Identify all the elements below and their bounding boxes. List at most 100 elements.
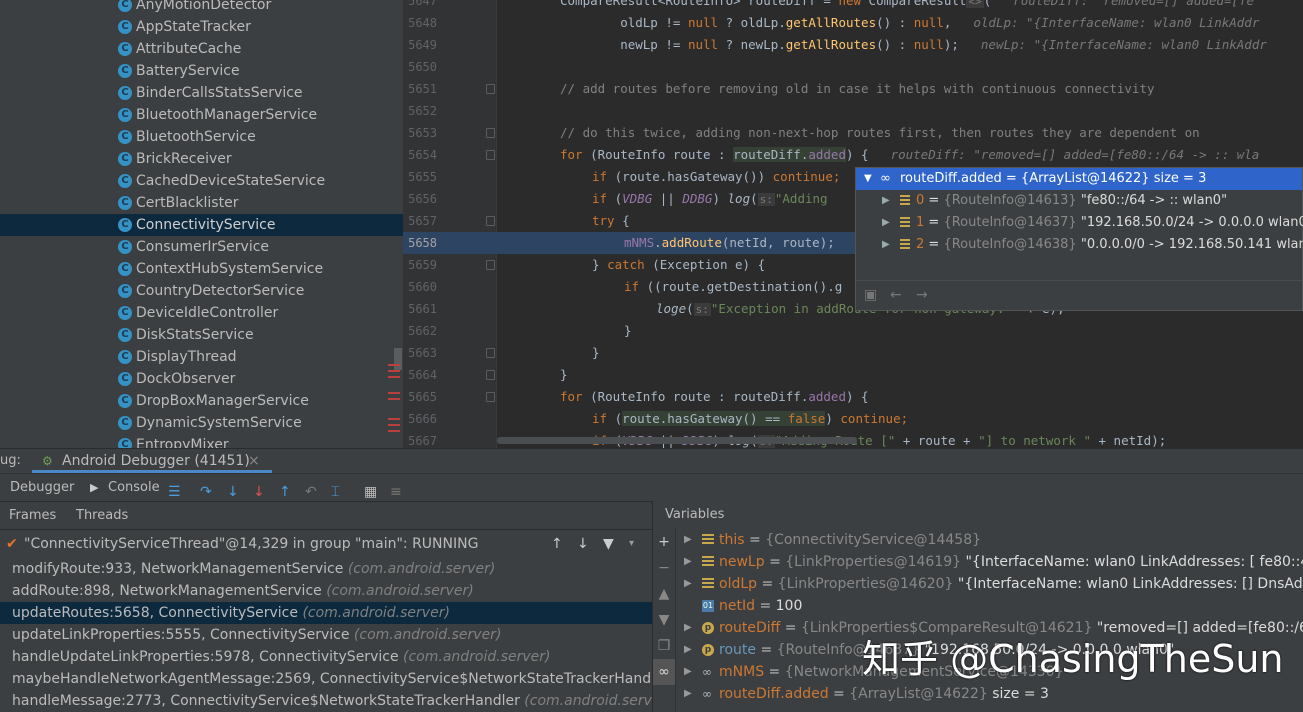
tree-item[interactable]: C BluetoothService bbox=[0, 126, 403, 148]
chevron-right-icon[interactable]: ▶ bbox=[684, 551, 692, 573]
tab-frames[interactable]: Frames bbox=[9, 502, 56, 530]
code-line: 5654 for (RouteInfo route : routeDiff.add… bbox=[403, 144, 1303, 166]
filter-icon[interactable]: ▼ bbox=[603, 530, 614, 558]
primitive-icon: 01 bbox=[702, 600, 714, 612]
error-marker[interactable] bbox=[388, 424, 400, 426]
popup-item-row[interactable]: ▶ 2 = {RouteInfo@14638} "0.0.0.0/0 -> 19… bbox=[856, 234, 1303, 256]
popup-item-row[interactable]: ▶ 0 = {RouteInfo@14613} "fe80::/64 -> ::… bbox=[856, 190, 1302, 212]
class-icon: C bbox=[118, 438, 132, 448]
variable-row[interactable]: ▶ oldLp = {LinkProperties@14620} "{Interf… bbox=[676, 573, 1303, 595]
stack-frame[interactable]: addRoute:898, NetworkManagementService (… bbox=[0, 580, 652, 602]
tree-item[interactable]: C DisplayThread bbox=[0, 346, 403, 368]
line-number: 5654 bbox=[408, 148, 437, 162]
tab-debugger[interactable]: Debugger bbox=[10, 474, 74, 501]
debug-tab-bar: ug: ⚙ Android Debugger (41451) × bbox=[0, 448, 1303, 473]
move-down-icon[interactable]: ▼ bbox=[653, 607, 675, 633]
tree-item[interactable]: C CachedDeviceStateService bbox=[0, 170, 403, 192]
tree-item-label: DeviceIdleController bbox=[136, 305, 279, 321]
fold-marker-icon[interactable] bbox=[486, 84, 495, 94]
stack-frame[interactable]: modifyRoute:933, NetworkManagementServic… bbox=[0, 558, 652, 580]
variable-row[interactable]: ▶ newLp = {LinkProperties@14619} "{Interf… bbox=[676, 551, 1303, 573]
line-number: 5663 bbox=[408, 346, 437, 360]
error-marker[interactable] bbox=[388, 430, 400, 432]
tree-item[interactable]: C BrickReceiver bbox=[0, 148, 403, 170]
chevron-right-icon[interactable]: ▶ bbox=[684, 661, 692, 683]
line-number: 5647 bbox=[408, 0, 437, 8]
chevron-right-icon[interactable]: ▶ bbox=[684, 529, 692, 551]
variable-row[interactable]: ▶ ∞ routeDiff.added = {ArrayList@14622} si… bbox=[676, 683, 1303, 705]
error-marker[interactable] bbox=[388, 370, 400, 372]
chevron-right-icon[interactable]: ▶ bbox=[684, 683, 692, 705]
tree-item[interactable]: C EntropyMixer bbox=[0, 434, 403, 448]
tree-item[interactable]: C DropBoxManagerService bbox=[0, 390, 403, 412]
back-arrow-icon[interactable]: ← bbox=[890, 287, 902, 303]
copy-icon[interactable]: ❐ bbox=[653, 633, 675, 659]
forward-arrow-icon[interactable]: → bbox=[916, 287, 928, 303]
add-watch-icon[interactable]: + bbox=[653, 529, 675, 555]
dropdown-icon[interactable]: ▾ bbox=[629, 530, 634, 558]
remove-watch-icon[interactable]: − bbox=[653, 555, 675, 581]
tree-item[interactable]: C DynamicSystemService bbox=[0, 412, 403, 434]
evaluate-popup[interactable]: ▼ ∞ routeDiff.added = {ArrayList@14622} … bbox=[855, 167, 1303, 311]
chevron-right-icon[interactable]: ▶ bbox=[684, 573, 692, 595]
horizontal-scrollbar[interactable] bbox=[497, 437, 857, 444]
error-marker[interactable] bbox=[388, 418, 400, 420]
chevron-right-icon[interactable]: ▶ bbox=[882, 234, 890, 256]
fold-marker-icon[interactable] bbox=[486, 128, 495, 138]
error-marker[interactable] bbox=[388, 364, 400, 366]
fold-marker-icon[interactable] bbox=[486, 348, 495, 358]
stack-frame[interactable]: updateLinkProperties:5555, ConnectivityS… bbox=[0, 624, 652, 646]
stack-frame[interactable]: maybeHandleNetworkAgentMessage:2569, Con… bbox=[0, 668, 679, 690]
tree-item[interactable]: C BatteryService bbox=[0, 60, 403, 82]
fold-marker-icon[interactable] bbox=[486, 370, 495, 380]
class-icon: C bbox=[118, 174, 132, 188]
tree-item[interactable]: C CertBlacklister bbox=[0, 192, 403, 214]
variable-row[interactable]: 01 netId = 100 bbox=[676, 595, 1303, 617]
tree-item[interactable]: C AnyMotionDetector bbox=[0, 0, 403, 16]
debug-session-tab[interactable]: ⚙ Android Debugger (41451) × bbox=[32, 449, 272, 473]
variables-tree: ▶ this = {ConnectivityService@14458} ▶ newL… bbox=[676, 529, 1303, 712]
chevron-right-icon[interactable]: ▶ bbox=[684, 639, 692, 661]
folder-icon[interactable]: ▣ bbox=[864, 287, 877, 303]
thread-selector[interactable]: ✔ "ConnectivityServiceThread"@14,329 in … bbox=[0, 530, 652, 558]
fold-marker-icon[interactable] bbox=[486, 150, 495, 160]
stack-frame[interactable]: updateRoutes:5658, ConnectivityService (… bbox=[0, 602, 652, 624]
tree-item[interactable]: C BinderCallsStatsService bbox=[0, 82, 403, 104]
tree-item[interactable]: C AppStateTracker bbox=[0, 16, 403, 38]
stack-frame[interactable]: handleUpdateLinkProperties:5978, Connect… bbox=[0, 646, 652, 668]
error-marker[interactable] bbox=[388, 398, 400, 400]
tree-item[interactable]: C CountryDetectorService bbox=[0, 280, 403, 302]
tab-threads[interactable]: Threads bbox=[76, 502, 128, 530]
chevron-right-icon[interactable]: ▶ bbox=[684, 617, 692, 639]
field-icon bbox=[900, 239, 910, 250]
fold-marker-icon[interactable] bbox=[486, 392, 495, 402]
tree-item[interactable]: C DiskStatsService bbox=[0, 324, 403, 346]
tree-item[interactable]: C BluetoothManagerService bbox=[0, 104, 403, 126]
fold-marker-icon[interactable] bbox=[486, 216, 495, 226]
arrow-down-icon[interactable]: ↓ bbox=[577, 530, 589, 558]
tree-item[interactable]: C ConnectivityService bbox=[0, 214, 403, 236]
line-number: 5660 bbox=[408, 280, 437, 294]
chevron-down-icon[interactable]: ▼ bbox=[864, 168, 872, 190]
error-marker[interactable] bbox=[388, 392, 400, 394]
arrow-up-icon[interactable]: ↑ bbox=[551, 530, 563, 558]
tree-item[interactable]: C ConsumerIrService bbox=[0, 236, 403, 258]
error-marker[interactable] bbox=[388, 376, 400, 378]
fold-marker-icon[interactable] bbox=[486, 260, 495, 270]
popup-header-row[interactable]: ▼ ∞ routeDiff.added = {ArrayList@14622} … bbox=[856, 168, 1302, 190]
tree-item[interactable]: C ContextHubSystemService bbox=[0, 258, 403, 280]
tree-item[interactable]: C DockObserver bbox=[0, 368, 403, 390]
stack-frame[interactable]: handleMessage:2773, ConnectivityService$… bbox=[0, 690, 672, 712]
move-up-icon[interactable]: ▲ bbox=[653, 581, 675, 607]
close-icon[interactable]: × bbox=[248, 449, 260, 473]
variable-row[interactable]: ▶ this = {ConnectivityService@14458} bbox=[676, 529, 1303, 551]
popup-item-row[interactable]: ▶ 1 = {RouteInfo@14637} "192.168.50.0/24… bbox=[856, 212, 1303, 234]
chevron-right-icon[interactable]: ▶ bbox=[882, 190, 890, 212]
chevron-right-icon[interactable]: ▶ bbox=[882, 212, 890, 234]
tab-console[interactable]: Console bbox=[108, 474, 160, 501]
watches-toggle-icon[interactable]: ∞ bbox=[653, 659, 675, 685]
scrollbar-thumb[interactable] bbox=[394, 348, 402, 370]
tree-item[interactable]: C DeviceIdleController bbox=[0, 302, 403, 324]
class-icon: C bbox=[118, 328, 132, 342]
tree-item[interactable]: C AttributeCache bbox=[0, 38, 403, 60]
